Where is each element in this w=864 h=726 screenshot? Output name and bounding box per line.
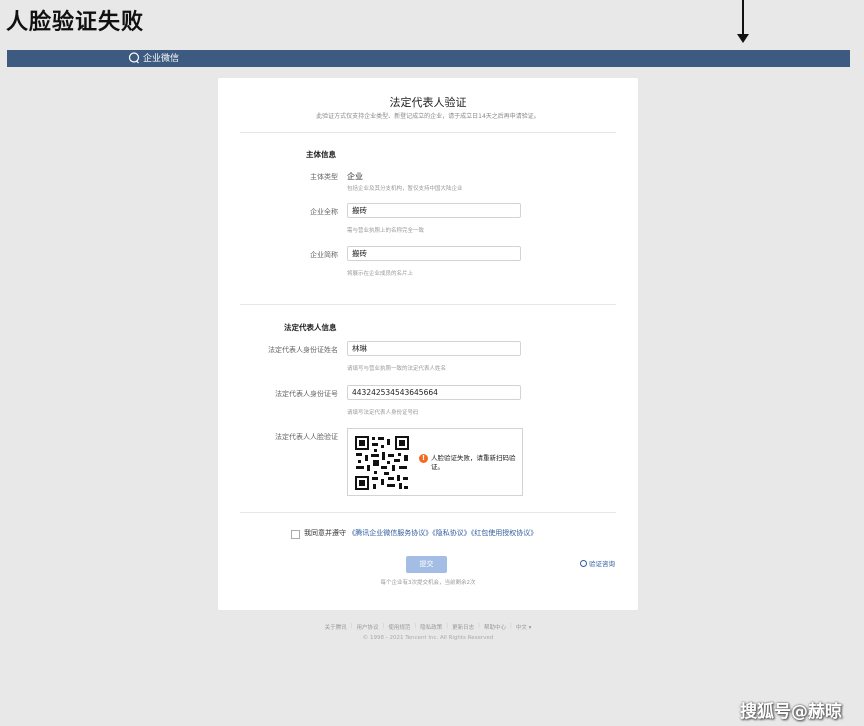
divider [240,132,616,133]
footer-link[interactable]: 关于腾讯 [325,623,347,631]
footer-links: 关于腾讯 | 用户协议 | 使用规范 | 隐私政策 | 更新日志 | 帮助中心 | 中文 ▾ [324,623,532,631]
face-verify-label: 法定代表人人脸验证 [275,433,338,441]
footer-link[interactable]: 用户协议 [356,623,378,631]
language-selector[interactable]: 中文 ▾ [516,623,532,631]
help-circle-icon [580,559,587,567]
verification-card: 法定代表人验证 此验证方式仅支持企业类型、新登记成立的企业，请于成立日14天之后… [218,78,638,610]
agreement-prefix: 我同意并遵守 [304,529,346,537]
consult-link[interactable]: 验证咨询 [580,558,615,568]
company-fullname-hint: 需与营业执照上的名称完全一致 [347,228,425,234]
annotation-arrow-line [742,0,744,36]
legal-rep-name-label: 法定代表人身份证姓名 [268,346,338,354]
legal-rep-id-label: 法定代表人身份证号 [275,390,338,398]
footer-link[interactable]: 帮助中心 [484,623,506,631]
annotation-arrow-head [737,34,749,43]
brand-name: 企业微信 [143,54,180,64]
company-shortname-hint: 将展示在企业成员的名片上 [347,271,414,277]
brand-logo[interactable]: 企业微信 [128,51,179,64]
card-title: 法定代表人验证 [389,96,467,109]
page-heading: 人脸验证失败 [6,10,145,35]
agreement-checkbox[interactable] [291,530,300,539]
legal-rep-name-input[interactable]: 林琳 [347,341,521,356]
submit-button[interactable]: 提交 [406,556,447,573]
subject-info-title: 主体信息 [306,150,336,159]
company-fullname-input[interactable]: 搬砖 [347,203,521,218]
card-subtitle: 此验证方式仅支持企业类型、新登记成立的企业，请于成立日14天之后再申请验证。 [316,113,540,120]
consult-label: 验证咨询 [589,560,615,568]
subject-type-value: 企业 [347,172,363,181]
exclamation-circle-icon: ! [419,454,428,463]
company-shortname-label: 企业简称 [310,251,338,259]
redpacket-agreement-link[interactable]: 《红包使用授权协议》 [471,529,538,537]
agreement-text: 我同意并遵守 《腾讯企业微信服务协议》《隐私协议》《红包使用授权协议》 [304,528,537,538]
watermark: 搜狐号@赫晾 [740,702,842,722]
footer-link[interactable]: 隐私政策 [420,623,442,631]
service-agreement-link[interactable]: 《腾讯企业微信服务协议》 [348,529,432,537]
privacy-agreement-link[interactable]: 《隐私协议》 [432,529,471,537]
footer-link[interactable]: 使用规范 [388,623,410,631]
copyright: © 1998 - 2021 Tencent Inc. All Rights Re… [362,635,494,641]
company-shortname-input[interactable]: 搬砖 [347,246,521,261]
company-fullname-label: 企业全称 [310,208,338,216]
divider [240,304,616,305]
legal-rep-title: 法定代表人信息 [284,323,337,332]
legal-rep-id-hint: 请填写法定代表人身份证号码 [347,410,419,416]
qr-code-icon[interactable] [354,435,410,491]
remaining-attempts: 每个企业有3次提交机会，当前剩余2次 [380,580,476,586]
subject-type-label: 主体类型 [310,173,338,181]
subject-type-hint: 包括企业及其分支机构，暂仅支持中国大陆企业 [347,186,463,192]
face-verify-warning: 人脸验证失败，请重新扫码验证。 [431,454,516,471]
chat-bubble-icon [128,51,140,63]
footer-link[interactable]: 更新日志 [452,623,474,631]
legal-rep-name-hint: 请填写与营业执照一致的法定代表人姓名 [347,366,447,372]
face-verify-box: ! 人脸验证失败，请重新扫码验证。 [347,428,523,496]
legal-rep-id-input[interactable]: 443242534543645664 [347,385,521,400]
divider [240,512,616,513]
